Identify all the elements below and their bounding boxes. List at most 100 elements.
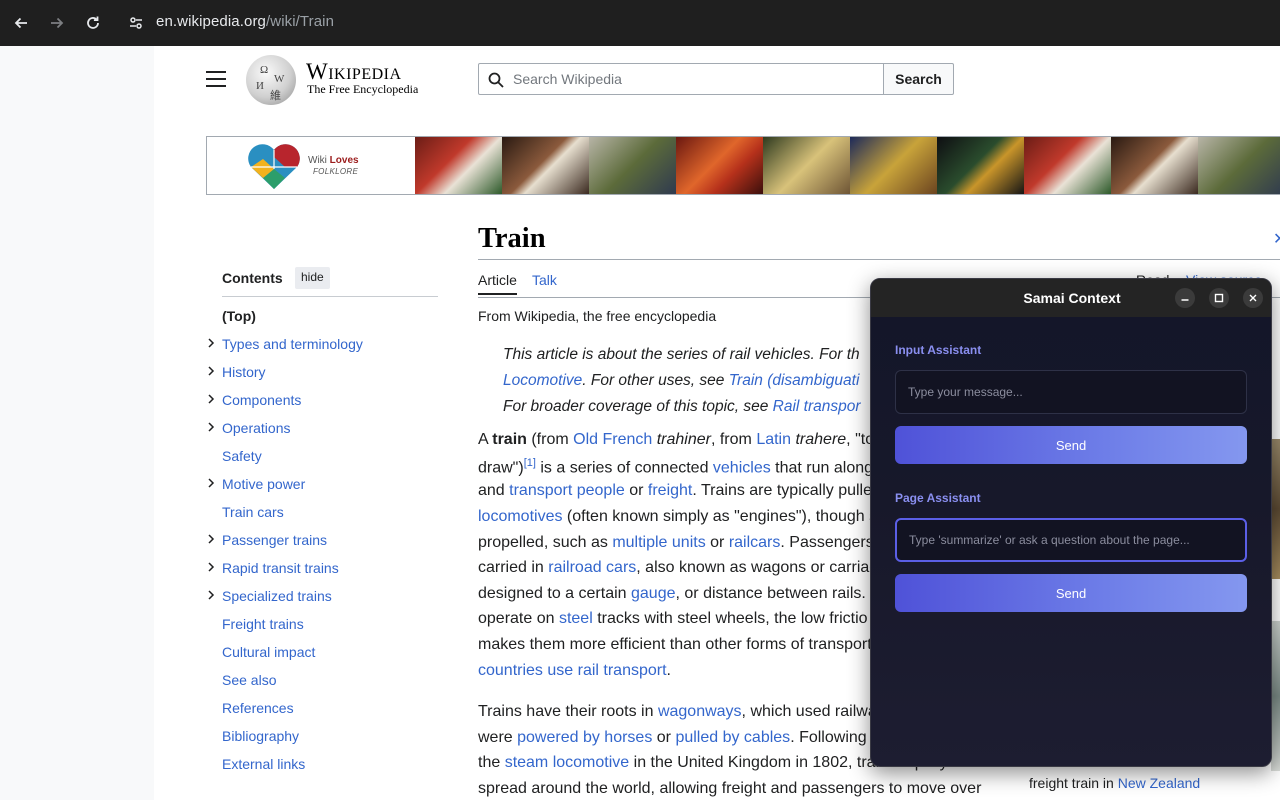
article-text: the — [478, 754, 505, 771]
article-line: spread around the world, allowing freigh… — [478, 780, 981, 798]
article-link[interactable]: multiple units — [612, 534, 705, 551]
toc-item[interactable]: See also — [222, 672, 276, 688]
toc-item-label: Operations — [222, 420, 291, 436]
toc-item[interactable]: References — [222, 700, 294, 716]
toc-hide-button[interactable]: hide — [295, 267, 330, 289]
chevron-right-icon[interactable] — [206, 337, 216, 349]
wikipedia-tagline: The Free Encyclopedia — [307, 82, 419, 96]
banner-title: Wiki Loves — [308, 155, 359, 166]
citation-link[interactable]: [1] — [524, 457, 536, 469]
tab-talk[interactable]: Talk — [532, 272, 557, 288]
toc-item[interactable]: Train cars — [222, 504, 284, 520]
toc-item-label: History — [222, 364, 266, 380]
back-arrow-icon[interactable] — [9, 11, 33, 35]
article-line: operate on steel tracks with steel wheel… — [478, 610, 868, 628]
article-link[interactable]: wagonways — [658, 703, 742, 720]
article-text: . — [666, 662, 671, 679]
toc-item[interactable]: Types and terminology — [208, 336, 363, 352]
page-assistant-field[interactable] — [895, 518, 1247, 562]
search-button[interactable]: Search — [883, 63, 954, 95]
article-text: . Following — [790, 729, 867, 746]
infobox-image[interactable] — [1271, 621, 1280, 771]
article-text: tracks with steel wheels, the low fricti… — [592, 610, 868, 627]
puzzle-heart-icon — [248, 144, 300, 189]
hatnote-link-rail-transport[interactable]: Rail transpor — [773, 398, 861, 415]
toc-item-label: Passenger trains — [222, 532, 328, 548]
toc-item-label: Specialized trains — [222, 588, 332, 604]
infobox-image[interactable] — [1271, 439, 1280, 579]
chevron-right-icon[interactable] — [206, 393, 216, 405]
chevron-right-icon[interactable] — [206, 365, 216, 377]
chevron-right-icon[interactable] — [206, 533, 216, 545]
toc-item[interactable]: Rapid transit trains — [208, 560, 339, 576]
hatnote-link-disambiguation[interactable]: Train (disambiguati — [729, 372, 860, 389]
chevron-right-icon[interactable] — [206, 421, 216, 433]
reload-icon[interactable] — [81, 11, 105, 35]
toc-item-label: Motive power — [222, 476, 306, 492]
toc-item[interactable]: Components — [208, 392, 301, 408]
toc-item[interactable]: Safety — [222, 448, 262, 464]
article-link[interactable]: steam locomotive — [505, 754, 630, 771]
article-text: A — [478, 431, 493, 448]
article-link[interactable]: freight — [648, 482, 692, 499]
article-link[interactable]: locomotives — [478, 508, 562, 525]
forward-arrow-icon[interactable] — [45, 11, 69, 35]
toc-item[interactable]: Passenger trains — [208, 532, 328, 548]
wikipedia-globe-logo[interactable]: ΩWИ維 — [246, 55, 296, 105]
toc-item[interactable]: External links — [222, 756, 305, 772]
article-text: or — [705, 534, 729, 551]
wiki-loves-folklore-banner[interactable]: Wiki Loves FOLKLORE — [206, 136, 1280, 195]
url-host: en.wikipedia.org — [156, 13, 266, 30]
article-link[interactable]: Latin — [756, 431, 791, 448]
toc-item[interactable]: Motive power — [208, 476, 306, 492]
hatnote-link-locomotive[interactable]: Locomotive — [503, 372, 582, 389]
article-line: locomotives (often known simply as "engi… — [478, 508, 877, 526]
minimize-button[interactable] — [1175, 288, 1195, 308]
article-link[interactable]: steel — [559, 610, 593, 627]
input-assistant-field[interactable] — [895, 370, 1247, 414]
address-bar[interactable]: en.wikipedia.org/wiki/Train — [156, 13, 334, 30]
article-text: propelled, such as — [478, 534, 613, 551]
article-link[interactable]: Old French — [573, 431, 652, 448]
toc-divider — [222, 296, 438, 297]
search-input[interactable] — [513, 65, 873, 93]
close-icon — [1249, 294, 1257, 302]
toc-item[interactable]: Operations — [208, 420, 291, 436]
article-link[interactable]: transport people — [509, 482, 625, 499]
article-link[interactable]: countries use rail transport — [478, 662, 667, 679]
article-link[interactable]: gauge — [631, 585, 676, 602]
toc-item[interactable]: History — [208, 364, 266, 380]
toc-item[interactable]: (Top) — [222, 308, 256, 324]
toc-item[interactable]: Cultural impact — [222, 644, 315, 660]
page-assistant-send-button[interactable]: Send — [895, 574, 1247, 612]
article-link[interactable]: vehicles — [713, 459, 771, 476]
article-text: were — [478, 729, 518, 746]
article-link[interactable]: pulled by cables — [675, 729, 790, 746]
chevron-right-icon[interactable] — [206, 561, 216, 573]
article-text: . Trains are typically pulle — [692, 482, 873, 499]
article-text: , from — [710, 431, 757, 448]
main-menu-icon[interactable] — [206, 71, 226, 87]
samai-titlebar[interactable]: Samai Context — [871, 279, 1271, 317]
toc-item[interactable]: Bibliography — [222, 728, 299, 744]
toc-item[interactable]: Freight trains — [222, 616, 304, 632]
article-link[interactable]: railcars — [729, 534, 781, 551]
maximize-button[interactable] — [1209, 288, 1229, 308]
close-button[interactable] — [1243, 288, 1263, 308]
article-line: were powered by horses or pulled by cabl… — [478, 729, 867, 747]
article-text: spread around the world, allowing freigh… — [478, 780, 982, 797]
input-assistant-send-button[interactable]: Send — [895, 426, 1247, 464]
search-box[interactable] — [478, 63, 884, 95]
site-settings-icon[interactable] — [124, 11, 148, 35]
caption-link-new-zealand[interactable]: New Zealand — [1118, 775, 1201, 791]
minimize-icon — [1181, 299, 1189, 301]
article-text: , also known as wagons or carriag — [636, 559, 879, 576]
close-icon[interactable]: ✕ — [1273, 229, 1280, 249]
title-divider — [478, 259, 1280, 260]
article-link[interactable]: powered by horses — [517, 729, 652, 746]
chevron-right-icon[interactable] — [206, 477, 216, 489]
chevron-right-icon[interactable] — [206, 589, 216, 601]
tab-article[interactable]: Article — [478, 272, 517, 295]
toc-item[interactable]: Specialized trains — [208, 588, 332, 604]
article-link[interactable]: railroad cars — [548, 559, 636, 576]
